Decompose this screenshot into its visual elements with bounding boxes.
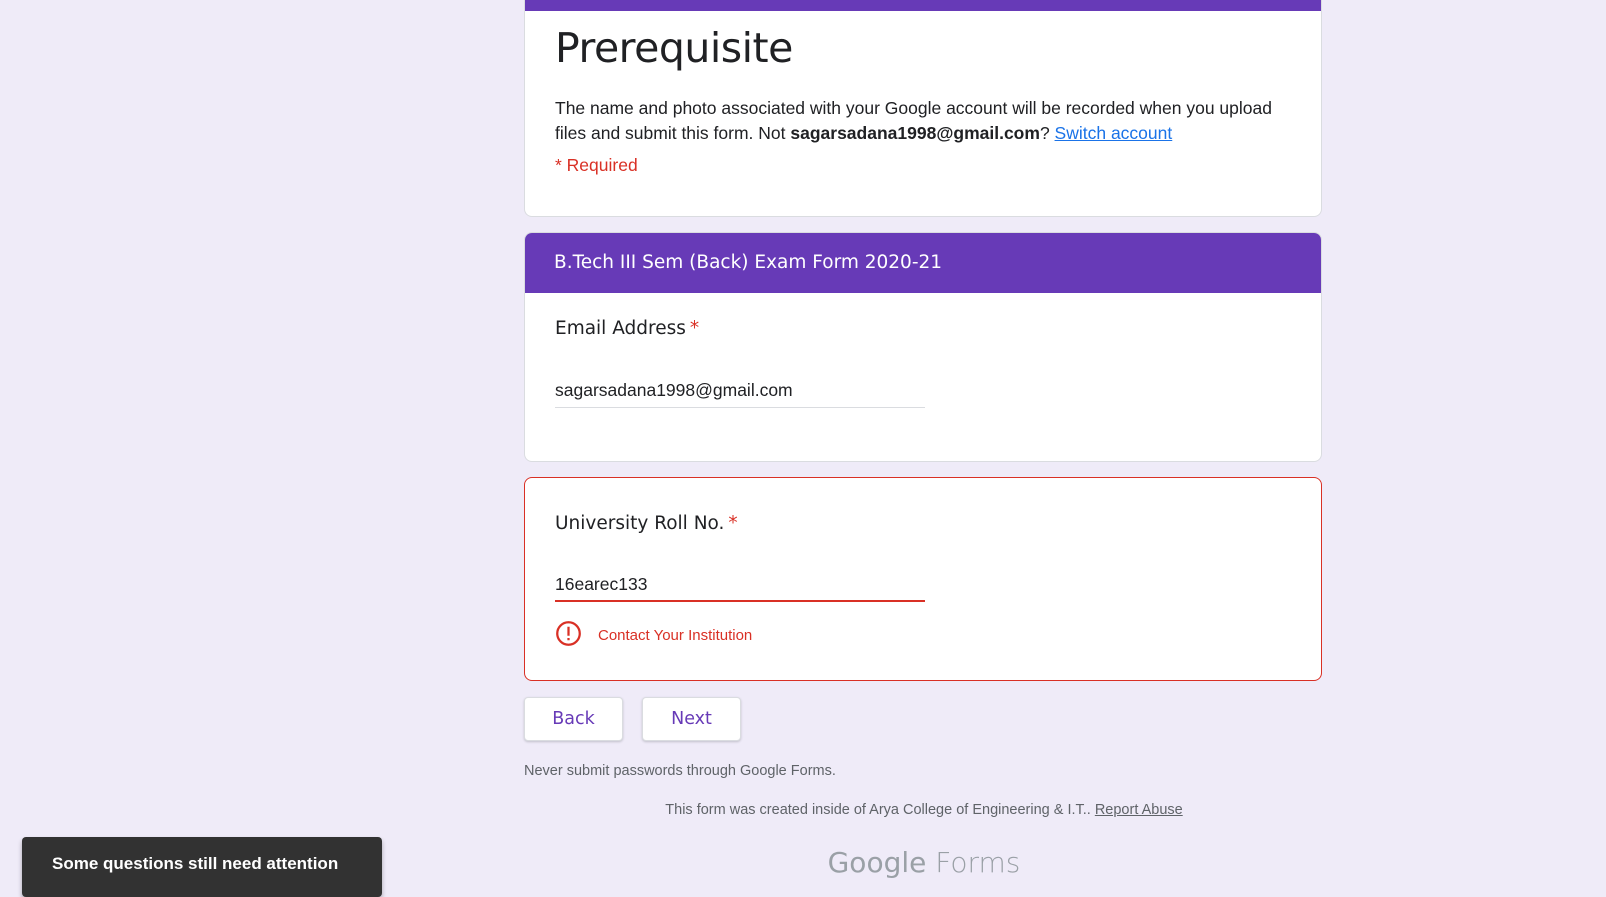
- roll-number-field[interactable]: [555, 568, 925, 602]
- header-accent-bar: [525, 0, 1321, 11]
- toast-message: Some questions still need attention: [52, 854, 339, 873]
- created-text: This form was created inside of Arya Col…: [665, 802, 1091, 818]
- form-header-card: Prerequisite The name and photo associat…: [524, 0, 1322, 217]
- required-asterisk: *: [689, 318, 700, 339]
- email-label-text: Email Address: [555, 318, 686, 339]
- report-abuse-link[interactable]: Report Abuse: [1095, 802, 1183, 818]
- roll-question-label: University Roll No. *: [555, 513, 738, 534]
- password-warning: Never submit passwords through Google Fo…: [524, 763, 836, 779]
- roll-label-text: University Roll No.: [555, 513, 725, 534]
- logo-forms-text: Forms: [935, 846, 1021, 879]
- required-note: * Required: [555, 155, 638, 175]
- error-icon: [555, 620, 598, 651]
- email-question-label: Email Address *: [555, 318, 699, 339]
- form-description: The name and photo associated with your …: [555, 96, 1300, 146]
- email-question-card: B.Tech III Sem (Back) Exam Form 2020-21 …: [524, 232, 1322, 462]
- section-title: B.Tech III Sem (Back) Exam Form 2020-21: [525, 233, 1321, 293]
- roll-question-card: University Roll No.* Contact Your Instit…: [524, 477, 1322, 681]
- roll-error-message: Contact Your Institution: [555, 620, 753, 651]
- description-question-mark: ?: [1039, 123, 1055, 143]
- form-created-note: This form was created inside of Arya Col…: [524, 802, 1324, 818]
- switch-account-link[interactable]: Switch account: [1055, 123, 1173, 143]
- form-title: Prerequisite: [555, 24, 793, 72]
- error-text: Contact Your Institution: [598, 626, 753, 644]
- logo-google-text: Google: [827, 846, 927, 879]
- email-field[interactable]: [555, 374, 925, 408]
- required-asterisk: *: [728, 513, 738, 534]
- back-button[interactable]: Back: [524, 697, 623, 741]
- account-email: sagarsadana1998@gmail.com: [790, 123, 1040, 143]
- attention-toast: Some questions still need attention: [22, 837, 382, 897]
- google-forms-logo: Google Forms: [524, 846, 1324, 879]
- next-button[interactable]: Next: [642, 697, 741, 741]
